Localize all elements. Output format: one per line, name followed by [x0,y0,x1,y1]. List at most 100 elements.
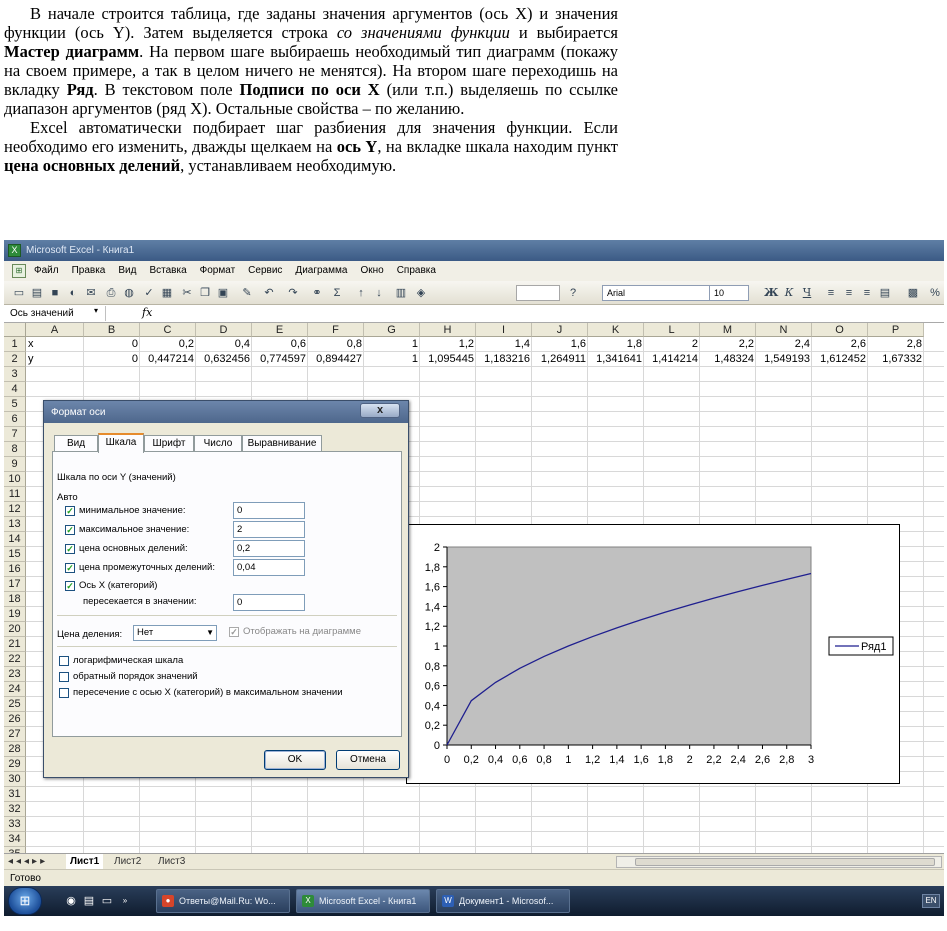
menu-item[interactable]: Вставка [149,265,186,276]
reverse-order-checkbox[interactable] [59,672,69,682]
row-header[interactable]: 31 [4,787,26,802]
x-tick-label[interactable]: 2,6 [755,754,770,766]
column-header[interactable]: B [84,323,140,337]
print-icon[interactable]: ⎙ [104,286,118,300]
column-header[interactable]: G [364,323,420,337]
desktop-quicklaunch-icon[interactable]: ▭ [100,894,114,908]
tab-number[interactable]: Число [194,435,242,452]
column-header[interactable]: O [812,323,868,337]
select-all-corner[interactable] [4,323,26,337]
x-tick-label[interactable]: 2,2 [706,754,721,766]
cell[interactable]: 1 [364,337,420,352]
save-icon[interactable]: ■ [48,286,62,300]
row-header[interactable]: 14 [4,532,26,547]
menu-item[interactable]: Справка [397,265,436,276]
row-header[interactable]: 17 [4,577,26,592]
name-box-arrow-icon[interactable]: ▾ [94,306,98,315]
permission-icon[interactable]: ◐ [66,286,80,300]
major-unit-input[interactable]: 0,2 [233,540,305,557]
row-header[interactable]: 3 [4,367,26,382]
chart-wizard-icon[interactable]: ▥ [394,286,408,300]
merge-icon[interactable]: ▤ [878,286,892,300]
cell[interactable]: 0,4 [196,337,252,352]
cell[interactable]: 1,414214 [644,352,700,367]
align-left-icon[interactable]: ≡ [824,286,838,300]
cell[interactable]: 1,095445 [420,352,476,367]
legend-label[interactable]: Ряд1 [861,641,886,653]
row-header[interactable]: 29 [4,757,26,772]
x-tick-label[interactable]: 2,8 [779,754,794,766]
x-tick-label[interactable]: 0 [444,754,450,766]
dialog-close-button[interactable]: x [360,403,400,418]
y-tick-label[interactable]: 1,4 [425,601,440,613]
cell[interactable]: 1,67332 [868,352,924,367]
help-icon[interactable]: ? [566,286,580,300]
row-header[interactable]: 20 [4,622,26,637]
display-units-select[interactable]: Нет ▼ [133,625,217,641]
email-icon[interactable]: ✉ [84,286,98,300]
column-header[interactable]: F [308,323,364,337]
copy-icon[interactable]: ❐ [198,286,212,300]
preview-icon[interactable]: ◍ [122,286,136,300]
sheet-nav-arrows-icon[interactable]: ◂◂◂▸▸ [8,854,48,869]
chart-area[interactable]: 0 0,2 0,4 0,6 0,8 1 1,2 1,4 1,6 1,8 2 0 0,2 0,4 0,6 0,8… [406,524,900,784]
row-header[interactable]: 18 [4,592,26,607]
y-tick-label[interactable]: 1,2 [425,621,440,633]
y-tick-label[interactable]: 0,2 [425,720,440,732]
sheet-tab[interactable]: Лист2 [110,854,145,869]
fx-icon[interactable]: fx [142,306,152,319]
row-header[interactable]: 26 [4,712,26,727]
row-header[interactable]: 12 [4,502,26,517]
row-header[interactable]: 27 [4,727,26,742]
row-header[interactable]: 28 [4,742,26,757]
x-tick-label[interactable]: 1,4 [609,754,624,766]
column-header[interactable]: C [140,323,196,337]
x-tick-label[interactable]: 1,2 [585,754,600,766]
row-header[interactable]: 7 [4,427,26,442]
y-tick-label[interactable]: 1,8 [425,562,440,574]
x-tick-label[interactable]: 0,2 [464,754,479,766]
column-header[interactable]: I [476,323,532,337]
cancel-button[interactable]: Отмена [336,750,400,770]
menu-item[interactable]: Правка [72,265,106,276]
cell[interactable]: 0,8 [308,337,364,352]
sheet-tab[interactable]: Лист3 [154,854,189,869]
column-header[interactable]: M [700,323,756,337]
menu-item[interactable]: Окно [360,265,383,276]
x-tick-label[interactable]: 2 [687,754,693,766]
cell[interactable]: y [26,352,84,367]
cell[interactable]: 1,549193 [756,352,812,367]
y-tick-label[interactable]: 1 [434,641,440,653]
menu-item[interactable]: Сервис [248,265,282,276]
firefox-quicklaunch-icon[interactable]: ◉ [64,894,78,908]
column-header[interactable]: P [868,323,924,337]
cut-icon[interactable]: ✂ [180,286,194,300]
column-header[interactable]: N [756,323,812,337]
max-auto-checkbox[interactable]: ✓ [65,525,75,535]
underline-icon[interactable]: Ч [800,286,814,300]
ok-button[interactable]: OK [264,750,326,770]
sheet-tab[interactable]: Лист1 [66,854,104,869]
align-center-icon[interactable]: ≡ [842,286,856,300]
row-header[interactable]: 23 [4,667,26,682]
column-header[interactable]: E [252,323,308,337]
row-header[interactable]: 25 [4,697,26,712]
row-header[interactable]: 33 [4,817,26,832]
row-header[interactable]: 32 [4,802,26,817]
spelling-icon[interactable]: ✓ [142,286,156,300]
minor-unit-input[interactable]: 0,04 [233,559,305,576]
min-auto-checkbox[interactable]: ✓ [65,506,75,516]
research-icon[interactable]: ▦ [160,286,174,300]
language-tray-icon[interactable]: EN [922,894,940,908]
y-tick-label[interactable]: 0 [434,740,440,752]
row-header[interactable]: 9 [4,457,26,472]
cell[interactable]: 2 [644,337,700,352]
row-header[interactable]: 5 [4,397,26,412]
cell[interactable]: 0 [84,352,140,367]
row-header[interactable]: 13 [4,517,26,532]
x-tick-label[interactable]: 0,6 [512,754,527,766]
minor-unit-checkbox[interactable]: ✓ [65,563,75,573]
cell[interactable]: 0,6 [252,337,308,352]
tab-view[interactable]: Вид [54,435,98,452]
italic-icon[interactable]: К [782,286,796,300]
